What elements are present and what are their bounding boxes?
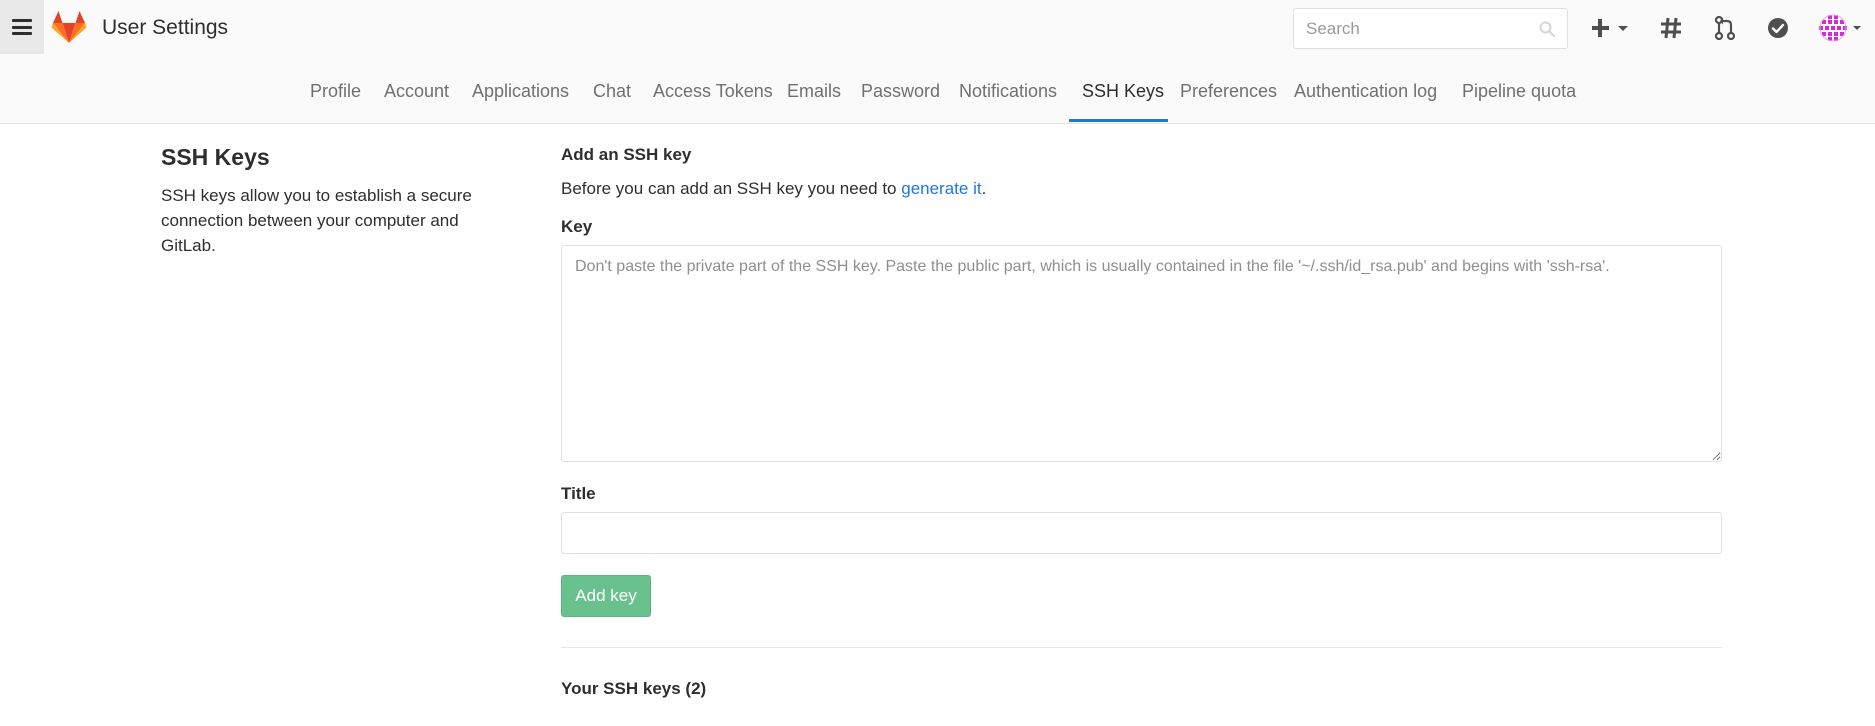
- issues-button[interactable]: [1656, 13, 1686, 43]
- search-input[interactable]: [1294, 9, 1524, 48]
- title-input[interactable]: [561, 512, 1722, 554]
- tab-profile[interactable]: Profile: [310, 81, 361, 102]
- chevron-down-icon: [1853, 26, 1861, 30]
- merge-requests-button[interactable]: [1710, 13, 1740, 43]
- tab-chat[interactable]: Chat: [593, 81, 631, 102]
- intro-text: Before you can add an SSH key you need t…: [561, 179, 986, 199]
- tab-ssh-keys[interactable]: SSH Keys: [1082, 81, 1164, 102]
- settings-tabs: Profile Account Applications Chat Access…: [0, 58, 1875, 124]
- todos-button[interactable]: [1763, 13, 1793, 43]
- new-dropdown-button[interactable]: [1592, 13, 1632, 43]
- todo-check-icon: [1768, 18, 1788, 38]
- search-box[interactable]: [1293, 8, 1568, 49]
- avatar: [1819, 14, 1861, 42]
- app-title[interactable]: User Settings: [102, 16, 228, 40]
- divider: [561, 647, 1722, 648]
- tab-password[interactable]: Password: [861, 81, 940, 102]
- user-menu-button[interactable]: [1817, 13, 1865, 43]
- top-navbar: User Settings: [0, 0, 1875, 58]
- title-label: Title: [561, 484, 596, 503]
- plus-icon: [1592, 19, 1628, 37]
- tab-applications[interactable]: Applications: [472, 81, 569, 102]
- search-icon: [1539, 21, 1555, 37]
- key-textarea[interactable]: [561, 245, 1722, 462]
- tab-access-tokens[interactable]: Access Tokens: [653, 81, 773, 102]
- your-ssh-keys-heading: Your SSH keys (2): [561, 679, 707, 698]
- tab-account[interactable]: Account: [384, 81, 449, 102]
- intro-text-end: .: [981, 179, 987, 198]
- merge-request-icon: [1714, 16, 1736, 40]
- intro-text-start: Before you can add an SSH key you need t…: [561, 179, 902, 198]
- tab-emails[interactable]: Emails: [787, 81, 841, 102]
- tab-pipeline-quota[interactable]: Pipeline quota: [1462, 81, 1576, 102]
- hamburger-icon: [12, 19, 32, 35]
- key-label: Key: [561, 217, 593, 236]
- add-key-button[interactable]: Add key: [561, 575, 651, 617]
- hamburger-menu-button[interactable]: [0, 0, 44, 54]
- section-heading: SSH Keys: [161, 144, 270, 170]
- section-description: SSH keys allow you to establish a secure…: [161, 186, 472, 255]
- tab-preferences[interactable]: Preferences: [1180, 81, 1277, 102]
- hash-icon: [1661, 17, 1681, 39]
- generate-it-link[interactable]: generate it: [901, 179, 981, 198]
- tab-authentication-log[interactable]: Authentication log: [1294, 81, 1437, 102]
- add-ssh-key-heading: Add an SSH key: [561, 145, 692, 164]
- tab-notifications[interactable]: Notifications: [959, 81, 1057, 102]
- gitlab-logo[interactable]: [51, 10, 87, 44]
- active-tab-indicator: [1069, 119, 1168, 122]
